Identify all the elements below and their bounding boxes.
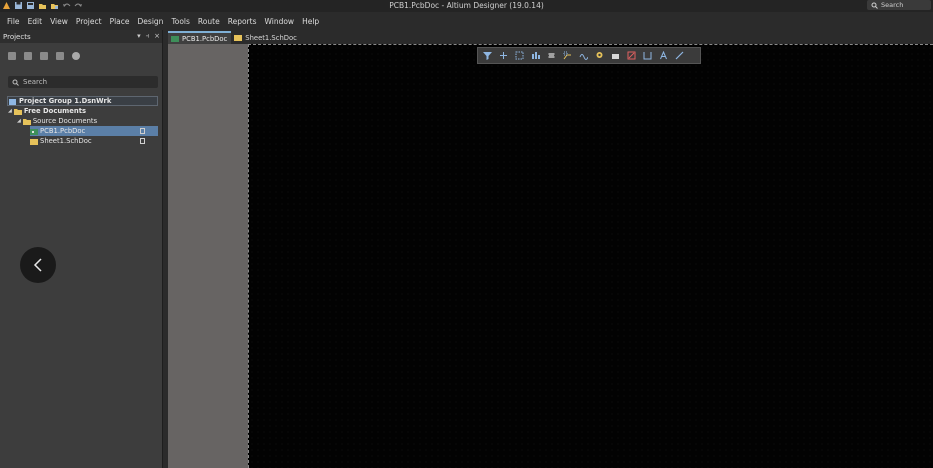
folder-icon (13, 108, 22, 115)
interactive-route-icon[interactable] (577, 50, 590, 62)
project-options-icon[interactable] (24, 52, 32, 60)
tab-sch-doc[interactable]: Sheet1.SchDoc (231, 31, 301, 44)
compile-icon[interactable] (40, 52, 48, 60)
document-status-icon (140, 128, 145, 134)
tab-label: Sheet1.SchDoc (245, 33, 297, 42)
workspace-icon (9, 98, 16, 105)
document-tabs: PCB1.PcbDoc Sheet1.SchDoc (168, 30, 933, 44)
expand-triangle-icon[interactable]: ◢ (8, 108, 12, 114)
tree-item-source-documents[interactable]: ◢ Source Documents (17, 116, 162, 126)
select-rect-icon[interactable] (513, 50, 526, 62)
tree-item-project-group[interactable]: Project Group 1.DsnWrk (7, 96, 158, 106)
route-icon[interactable] (561, 50, 574, 62)
document-status-icon (140, 138, 145, 144)
global-search-label: Search (881, 1, 904, 9)
chevron-left-icon (33, 258, 42, 272)
pcb-file-icon (30, 128, 38, 135)
menu-file[interactable]: File (3, 17, 24, 26)
menu-view[interactable]: View (46, 17, 72, 26)
tree-item-label: Source Documents (32, 117, 98, 125)
line-icon[interactable] (673, 50, 686, 62)
dimension-icon[interactable] (641, 50, 654, 62)
schematic-file-icon (30, 138, 38, 145)
menu-tools[interactable]: Tools (167, 17, 193, 26)
title-bar: PCB1.PcbDoc - Altium Designer (19.0.14) … (0, 0, 933, 12)
pcb-file-icon (171, 36, 179, 42)
add-icon[interactable] (497, 50, 510, 62)
text-icon[interactable] (657, 50, 670, 62)
search-icon (871, 2, 878, 9)
history-icon[interactable] (56, 52, 64, 60)
align-icon[interactable] (529, 50, 542, 62)
gear-icon[interactable] (72, 52, 80, 60)
panel-search-placeholder: Search (23, 78, 48, 86)
back-nav-button[interactable] (20, 247, 56, 283)
region-icon[interactable] (625, 50, 638, 62)
tree-item-free-documents[interactable]: ◢ Free Documents (8, 106, 162, 116)
search-icon (12, 79, 19, 86)
pcb-canvas[interactable] (248, 44, 933, 468)
canvas-gutter (168, 44, 248, 468)
fill-icon[interactable] (609, 50, 622, 62)
menu-help[interactable]: Help (298, 17, 323, 26)
menu-edit[interactable]: Edit (24, 17, 47, 26)
via-icon[interactable] (593, 50, 606, 62)
menu-project[interactable]: Project (72, 17, 106, 26)
projects-panel: Projects ▾ ⫞ × Search Project Group 1.Ds… (0, 30, 163, 468)
project-tree: Project Group 1.DsnWrk ◢ Free Documents … (0, 96, 162, 146)
panel-toolbar (0, 43, 162, 69)
panel-header: Projects ▾ ⫞ × (0, 30, 162, 43)
tree-item-pcb-doc[interactable]: PCB1.PcbDoc (30, 126, 158, 136)
expand-triangle-icon[interactable]: ◢ (17, 118, 21, 124)
tree-item-label: Free Documents (23, 107, 87, 115)
tree-item-label: PCB1.PcbDoc (40, 127, 86, 135)
schematic-file-icon (234, 35, 243, 41)
menu-design[interactable]: Design (134, 17, 168, 26)
menu-route[interactable]: Route (194, 17, 224, 26)
active-bar (477, 47, 701, 64)
pin-icon[interactable]: ⫞ (146, 32, 150, 41)
chevron-down-icon[interactable]: ▾ (137, 32, 141, 41)
component-icon[interactable] (545, 50, 558, 62)
menu-reports[interactable]: Reports (224, 17, 261, 26)
panel-title: Projects (3, 32, 31, 41)
folder-icon (22, 118, 31, 125)
tree-item-label: Project Group 1.DsnWrk (19, 97, 112, 105)
window-title: PCB1.PcbDoc - Altium Designer (19.0.14) (389, 1, 544, 10)
tree-item-label: Sheet1.SchDoc (40, 137, 92, 145)
save-project-icon[interactable] (8, 52, 16, 60)
panel-search-input[interactable]: Search (8, 76, 158, 88)
tab-label: PCB1.PcbDoc (182, 34, 228, 43)
tree-item-sch-doc[interactable]: Sheet1.SchDoc (30, 136, 158, 146)
tab-pcb-doc[interactable]: PCB1.PcbDoc (168, 31, 232, 44)
canvas-grid (249, 45, 933, 468)
menu-place[interactable]: Place (106, 17, 134, 26)
global-search[interactable]: Search (867, 0, 931, 10)
menu-bar: File Edit View Project Place Design Tool… (0, 12, 933, 30)
filter-icon[interactable] (481, 50, 494, 62)
menu-window[interactable]: Window (260, 17, 298, 26)
close-icon[interactable]: × (154, 32, 160, 41)
